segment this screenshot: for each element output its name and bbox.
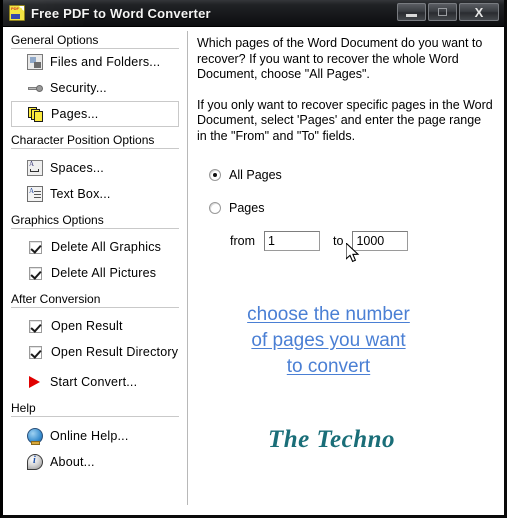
instructions: Which pages of the Word Document do you … — [197, 27, 504, 144]
radio-label-all-pages: All Pages — [229, 168, 282, 182]
to-page-input[interactable] — [352, 231, 409, 251]
pages-stack-icon — [28, 106, 44, 122]
radio-option-pages[interactable]: Pages — [209, 201, 504, 215]
sidebar-item-online-help[interactable]: Online Help... — [10, 423, 187, 449]
section-header-character-position-options: Character Position Options — [11, 133, 155, 147]
to-label: to — [333, 234, 344, 248]
sidebar-item-delete-all-graphics[interactable]: Delete All Graphics — [10, 234, 187, 260]
pages-options-panel: Which pages of the Word Document do you … — [188, 27, 504, 512]
sidebar-item-label: Text Box... — [50, 187, 111, 201]
sidebar-item-label: Files and Folders... — [50, 55, 161, 69]
page-range-row: from to — [230, 231, 504, 251]
sidebar-item-label: About... — [50, 455, 95, 469]
sidebar-item-open-result-directory[interactable]: Open Result Directory — [10, 339, 187, 365]
annotation-text: choose the number of pages you want to c… — [197, 302, 504, 380]
checkbox-icon[interactable] — [29, 266, 42, 280]
instruction-paragraph-2: If you only want to recover specific pag… — [197, 97, 493, 143]
maximize-icon — [438, 8, 447, 16]
text-box-icon — [27, 186, 43, 202]
sidebar-item-label: Start Convert... — [50, 375, 138, 389]
section-header-graphics-options: Graphics Options — [11, 213, 104, 227]
from-label: from — [230, 234, 255, 248]
sidebar-item-label: Pages... — [51, 107, 99, 121]
sidebar-item-spaces[interactable]: Spaces... — [10, 155, 187, 181]
section-divider — [11, 307, 179, 308]
window-controls: X — [397, 3, 499, 21]
annotation-line-3: to convert — [286, 356, 371, 377]
close-icon: X — [474, 4, 484, 20]
sidebar-item-open-result[interactable]: Open Result — [10, 313, 187, 339]
section-header-help: Help — [11, 401, 36, 415]
sidebar-item-delete-all-pictures[interactable]: Delete All Pictures — [10, 260, 187, 286]
radio-button-pages[interactable] — [209, 202, 221, 214]
sidebar-item-label: Online Help... — [50, 429, 129, 443]
info-balloon-icon — [27, 454, 43, 470]
sidebar-item-label: Delete All Graphics — [51, 240, 162, 254]
maximize-button[interactable] — [428, 3, 457, 21]
section-divider — [11, 416, 179, 417]
files-and-folders-icon — [27, 54, 43, 70]
sidebar-item-label: Open Result Directory — [51, 345, 179, 359]
window-content: General Options Files and Folders... Sec… — [3, 27, 504, 512]
title-bar[interactable]: PDF Free PDF to Word Converter X — [3, 0, 504, 27]
sidebar-item-about[interactable]: About... — [10, 449, 187, 475]
play-triangle-icon — [27, 374, 43, 390]
key-icon — [27, 80, 43, 96]
minimize-icon — [406, 13, 417, 17]
section-header-after-conversion: After Conversion — [11, 292, 101, 306]
sidebar-item-files-and-folders[interactable]: Files and Folders... — [10, 49, 187, 75]
spaces-icon — [27, 160, 43, 176]
sidebar-item-label: Open Result — [51, 319, 123, 333]
sidebar-item-label: Delete All Pictures — [51, 266, 157, 280]
section-divider — [11, 148, 179, 149]
instruction-paragraph-1: Which pages of the Word Document do you … — [197, 36, 483, 81]
window-title: Free PDF to Word Converter — [31, 5, 211, 21]
sidebar-item-text-box[interactable]: Text Box... — [10, 181, 187, 207]
watermark-logo: The Techno — [268, 426, 395, 453]
close-button[interactable]: X — [459, 3, 499, 21]
globe-icon — [27, 428, 43, 445]
radio-button-all-pages[interactable] — [209, 169, 221, 181]
sidebar-item-label: Spaces... — [50, 161, 104, 175]
radio-label-pages: Pages — [229, 201, 265, 215]
annotation-line-2: of pages you want — [251, 330, 406, 351]
checkbox-icon[interactable] — [29, 319, 42, 333]
sidebar-item-start-convert[interactable]: Start Convert... — [10, 369, 187, 395]
checkbox-icon[interactable] — [29, 345, 42, 359]
checkbox-icon[interactable] — [29, 240, 42, 254]
section-divider — [11, 228, 179, 229]
section-header-general-options: General Options — [11, 33, 99, 47]
minimize-button[interactable] — [397, 3, 426, 21]
sidebar-item-security[interactable]: Security... — [10, 75, 187, 101]
sidebar-item-label: Security... — [50, 81, 107, 95]
sidebar-item-pages[interactable]: Pages... — [11, 101, 179, 127]
application-window: PDF Free PDF to Word Converter X General… — [0, 0, 507, 518]
from-page-input[interactable] — [264, 231, 320, 251]
pdf-document-icon: PDF — [9, 5, 25, 21]
radio-option-all-pages[interactable]: All Pages — [209, 168, 504, 182]
options-sidebar: General Options Files and Folders... Sec… — [3, 27, 187, 512]
annotation-line-1: choose the number — [247, 304, 410, 325]
